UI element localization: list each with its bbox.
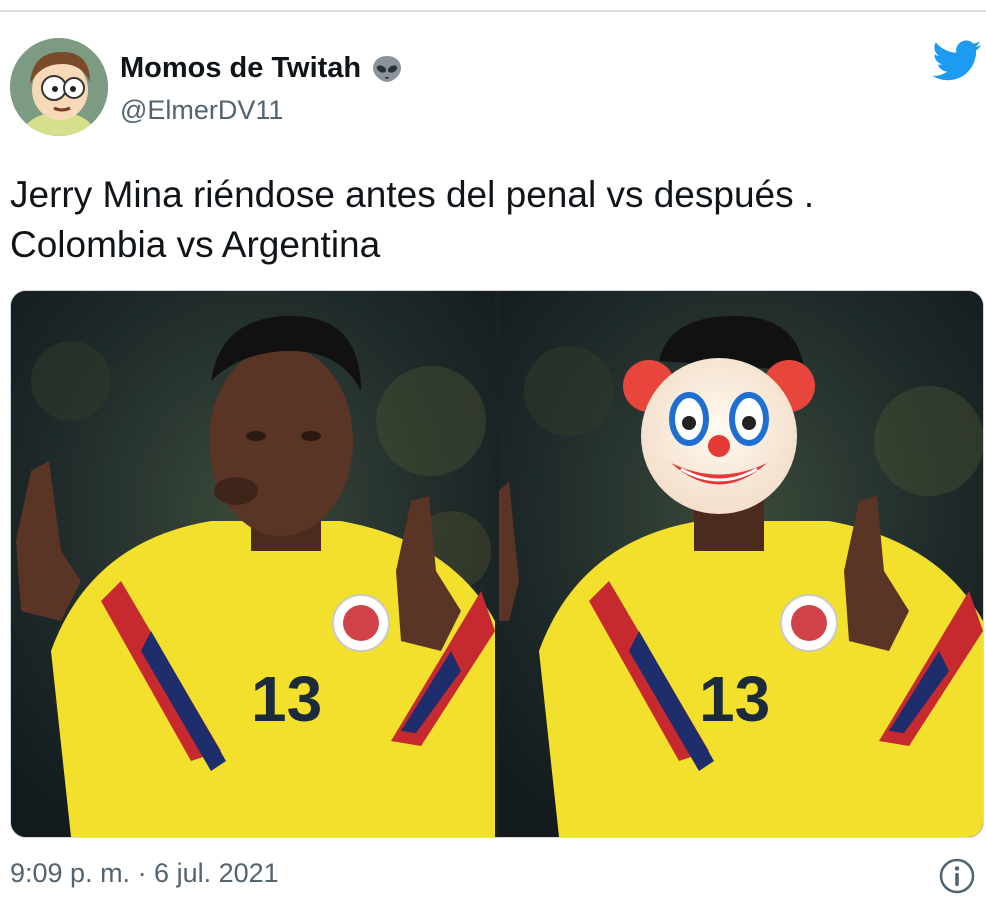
player-photo-right[interactable]: 13: [499, 291, 983, 837]
info-icon[interactable]: [938, 857, 976, 895]
alien-emoji-icon: [373, 55, 402, 82]
jersey-number-right: 13: [699, 663, 770, 735]
tweet-timestamp[interactable]: 9:09 p. m. · 6 jul. 2021: [10, 858, 279, 889]
twitter-bird-icon[interactable]: [932, 40, 982, 82]
tweet-text-line-1: Jerry Mina riéndose antes del penal vs d…: [10, 174, 815, 215]
author-handle[interactable]: @ElmerDV11: [120, 95, 283, 126]
author-name-row[interactable]: Momos de Twitah: [120, 52, 403, 85]
player-pointing-photo: 13: [11, 291, 495, 837]
avatar[interactable]: [10, 38, 108, 136]
author-name[interactable]: Momos de Twitah: [120, 52, 361, 85]
tweet-media[interactable]: 13 13: [10, 290, 984, 838]
top-divider: [0, 10, 986, 12]
tweet-text: Jerry Mina riéndose antes del penal vs d…: [10, 170, 970, 270]
jersey-number: 13: [251, 663, 322, 735]
tweet-text-line-2: Colombia vs Argentina: [10, 224, 381, 265]
player-photo-left[interactable]: 13: [11, 291, 495, 837]
player-pointing-photo-clown-face: 13: [499, 291, 983, 837]
cartoon-avatar-icon: [10, 38, 108, 136]
